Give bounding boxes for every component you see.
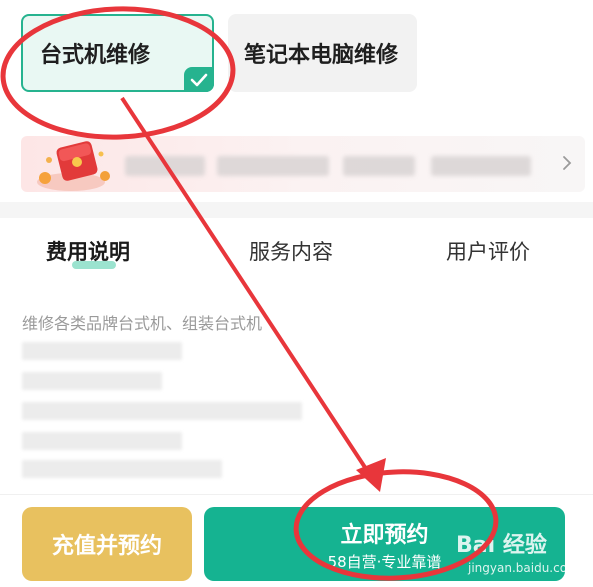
watermark-brand: Bai 经验 bbox=[456, 532, 547, 558]
watermark-url: jingyan.baidu.com bbox=[467, 561, 579, 575]
service-description: 维修各类品牌台式机、组装台式机 bbox=[22, 310, 262, 334]
chevron-right-icon bbox=[561, 154, 573, 172]
fee-description: 维修各类品牌台式机、组装台式机 bbox=[0, 290, 593, 500]
promo-text-blurred bbox=[217, 156, 329, 176]
promo-text-blurred bbox=[125, 156, 205, 176]
detail-tabs: 费用说明 服务内容 用户评价 bbox=[0, 218, 593, 282]
blurred-text bbox=[22, 460, 222, 478]
blurred-text bbox=[22, 402, 302, 420]
baidu-jingyan-watermark: Bai 经验 jingyan.baidu.com bbox=[452, 520, 582, 580]
check-icon bbox=[184, 67, 214, 92]
blurred-text bbox=[22, 342, 182, 360]
section-divider bbox=[0, 202, 593, 218]
service-card-label: 笔记本电脑维修 bbox=[244, 37, 398, 69]
service-type-selector: 台式机维修 笔记本电脑维修 bbox=[0, 0, 593, 118]
tab-service-content[interactable]: 服务内容 bbox=[249, 236, 333, 266]
service-card-label: 台式机维修 bbox=[40, 37, 150, 69]
red-envelope-icon bbox=[31, 138, 121, 194]
service-card-desktop[interactable]: 台式机维修 bbox=[21, 14, 214, 92]
promo-text-blurred bbox=[431, 156, 531, 176]
blurred-text bbox=[22, 432, 182, 450]
tab-fees[interactable]: 费用说明 bbox=[46, 236, 130, 266]
promo-banner[interactable] bbox=[21, 136, 585, 192]
blurred-text bbox=[22, 372, 162, 390]
tab-user-reviews[interactable]: 用户评价 bbox=[446, 236, 530, 266]
service-card-laptop[interactable]: 笔记本电脑维修 bbox=[228, 14, 417, 92]
recharge-and-book-button[interactable]: 充值并预约 bbox=[22, 507, 192, 581]
promo-text-blurred bbox=[343, 156, 415, 176]
